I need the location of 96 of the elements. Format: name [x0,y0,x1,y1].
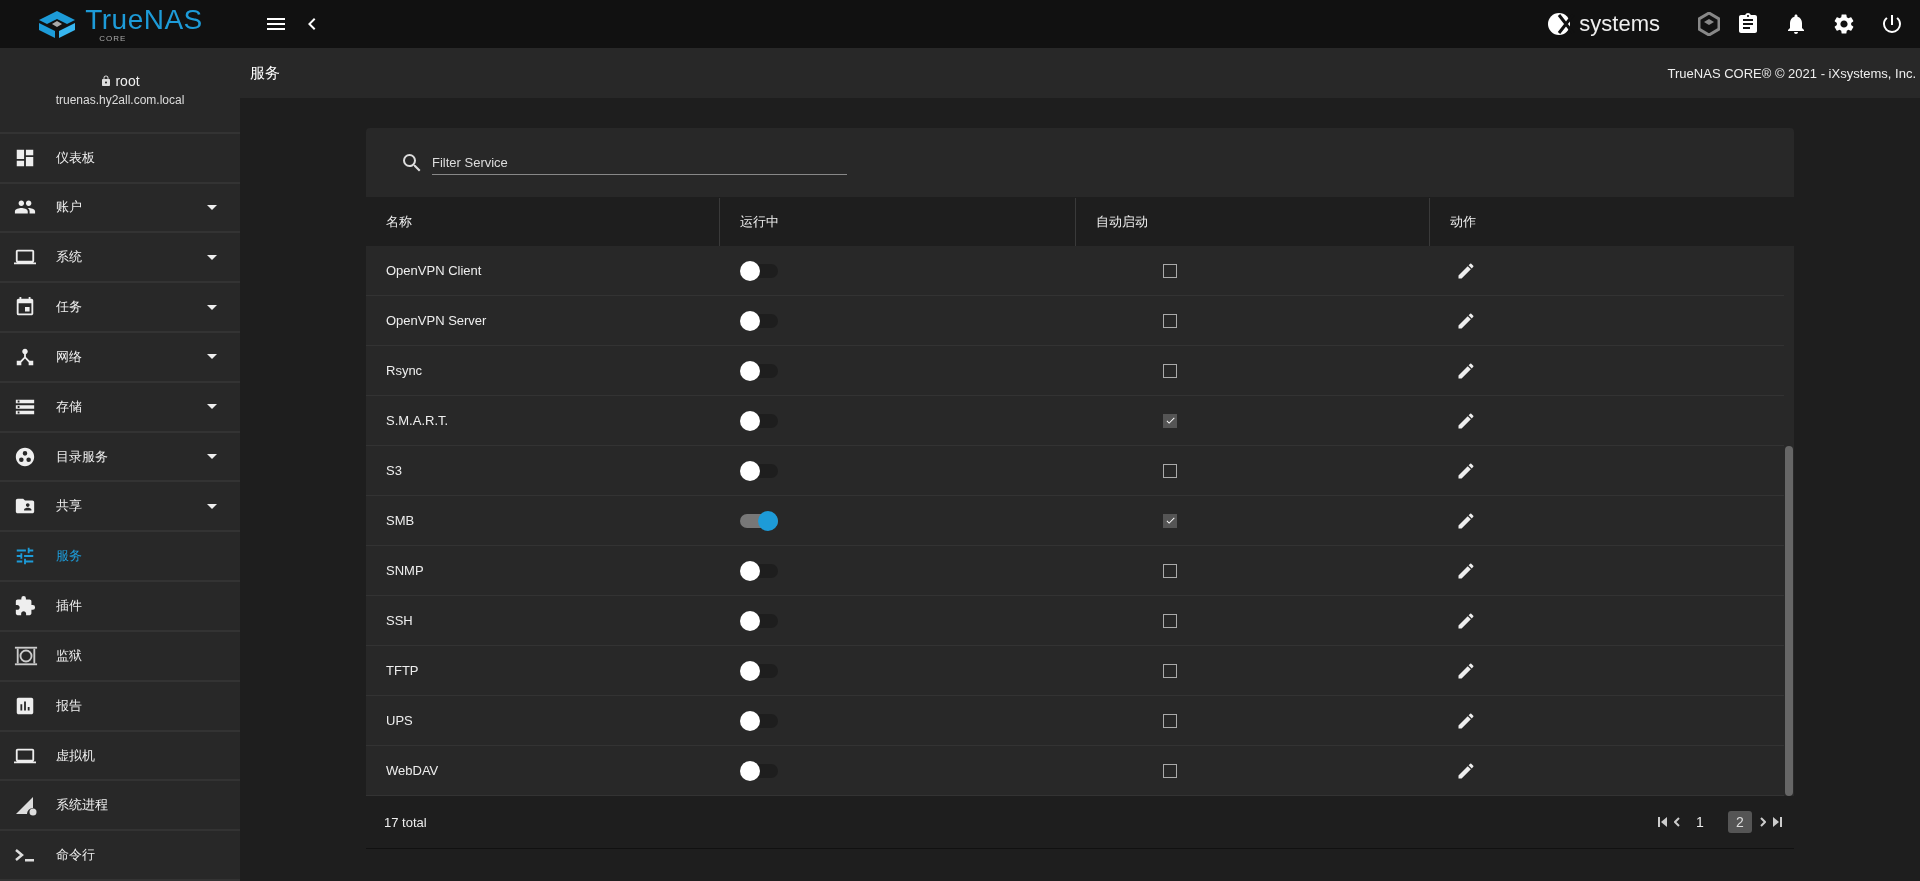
edit-button[interactable] [1456,360,1476,381]
autostart-checkbox[interactable] [1163,563,1177,578]
service-name: OpenVPN Server [386,313,487,328]
sidebar-item[interactable]: 账户 [0,183,240,234]
autostart-checkbox[interactable] [1163,363,1177,378]
puzzle-icon [14,595,36,618]
sidebar-item[interactable]: 系统 [0,233,240,284]
autostart-checkbox[interactable] [1163,663,1177,678]
edit-button[interactable] [1456,310,1476,331]
service-name: UPS [386,713,413,728]
running-toggle[interactable] [740,413,778,428]
service-name: S.M.A.R.T. [386,413,449,428]
column-header: 动作 [1430,198,1794,246]
sidebar-item[interactable]: 服务 [0,532,240,583]
clipboard-button[interactable] [1736,12,1760,36]
scrollbar-thumb[interactable] [1785,446,1793,796]
service-name: WebDAV [386,763,439,778]
service-name: S3 [386,463,402,478]
running-toggle[interactable] [740,513,778,528]
edit-button[interactable] [1456,660,1476,681]
running-toggle[interactable] [740,263,778,278]
vendor-name: systems [1579,11,1660,37]
page-title: 服务 [250,63,280,83]
service-name: OpenVPN Client [386,263,482,278]
caret-icon [207,204,217,210]
chevron-left-icon[interactable] [1674,817,1680,827]
edit-button[interactable] [1456,510,1476,531]
jail-icon [14,644,38,667]
user-name: root [115,72,140,89]
lock-icon [100,74,113,87]
truecommand-button[interactable] [1698,12,1720,36]
running-toggle[interactable] [740,563,778,578]
chevron-right-icon[interactable] [1760,817,1766,827]
autostart-checkbox[interactable] [1163,263,1177,278]
autostart-checkbox[interactable] [1163,713,1177,728]
service-name: SMB [386,513,415,528]
edit-button[interactable] [1456,610,1476,631]
sidebar-item[interactable]: 报告 [0,681,240,732]
running-toggle[interactable] [740,763,778,778]
host-name: truenas.hy2all.com.local [55,92,185,107]
page-button[interactable]: 1 [1688,811,1712,833]
circle-dots-icon [14,445,36,468]
sidebar-item[interactable]: 仪表板 [0,133,240,184]
autostart-checkbox[interactable] [1163,763,1177,778]
autostart-checkbox[interactable] [1163,413,1177,428]
service-name: SSH [386,613,413,628]
autostart-checkbox[interactable] [1163,613,1177,628]
edit-button[interactable] [1456,560,1476,581]
service-name: TFTP [386,663,419,678]
edit-button[interactable] [1456,760,1476,781]
edit-button[interactable] [1456,710,1476,731]
sidebar-item[interactable]: 命令行 [0,831,240,881]
column-header: 运行中 [720,198,1076,246]
caret-icon [207,454,217,460]
caret-icon [207,304,217,310]
service-name: Rsync [386,363,423,378]
running-toggle[interactable] [740,713,778,728]
service-name: SNMP [386,563,424,578]
sidebar-item[interactable]: 监狱 [0,631,240,682]
sidebar-item[interactable]: 任务 [0,283,240,333]
caret-icon [207,404,217,410]
copyright-text: TrueNAS CORE® © 2021 - iXsystems, Inc. [1667,65,1916,81]
column-header: 自动启动 [1076,198,1430,246]
sidebar-item[interactable]: 存储 [0,382,240,433]
total-count: 17 total [384,814,427,830]
filter-field[interactable]: Filter Service [432,150,847,175]
first-page-icon[interactable] [1658,817,1668,827]
sidebar-item[interactable]: 目录服务 [0,432,240,483]
running-toggle[interactable] [740,463,778,478]
sidebar-item[interactable]: 插件 [0,582,240,632]
running-toggle[interactable] [740,613,778,628]
sidebar-item[interactable]: 系统进程 [0,781,240,832]
autostart-checkbox[interactable] [1163,313,1177,328]
settings-button[interactable] [1832,12,1856,36]
last-page-icon[interactable] [1772,817,1782,827]
caret-icon [207,503,217,509]
logo-icon [37,9,78,39]
sidebar-item[interactable]: 虚拟机 [0,731,240,782]
logo-subtitle: CORE [99,33,127,43]
column-header: 名称 [366,198,720,246]
autostart-checkbox[interactable] [1163,463,1177,478]
running-toggle[interactable] [740,363,778,378]
edit-button[interactable] [1456,260,1476,281]
running-toggle[interactable] [740,663,778,678]
edit-button[interactable] [1456,410,1476,431]
caret-icon [207,354,217,360]
page-button[interactable]: 2 [1728,811,1752,833]
logo-text: TrueNAS [85,5,203,34]
autostart-checkbox[interactable] [1163,513,1177,528]
terminal-icon [14,847,36,864]
running-toggle[interactable] [740,313,778,328]
edit-button[interactable] [1456,460,1476,481]
power-button[interactable] [1880,12,1904,36]
sidebar-item[interactable]: 网络 [0,333,240,383]
sidebar-item[interactable]: 共享 [0,482,240,533]
caret-icon [207,254,217,260]
